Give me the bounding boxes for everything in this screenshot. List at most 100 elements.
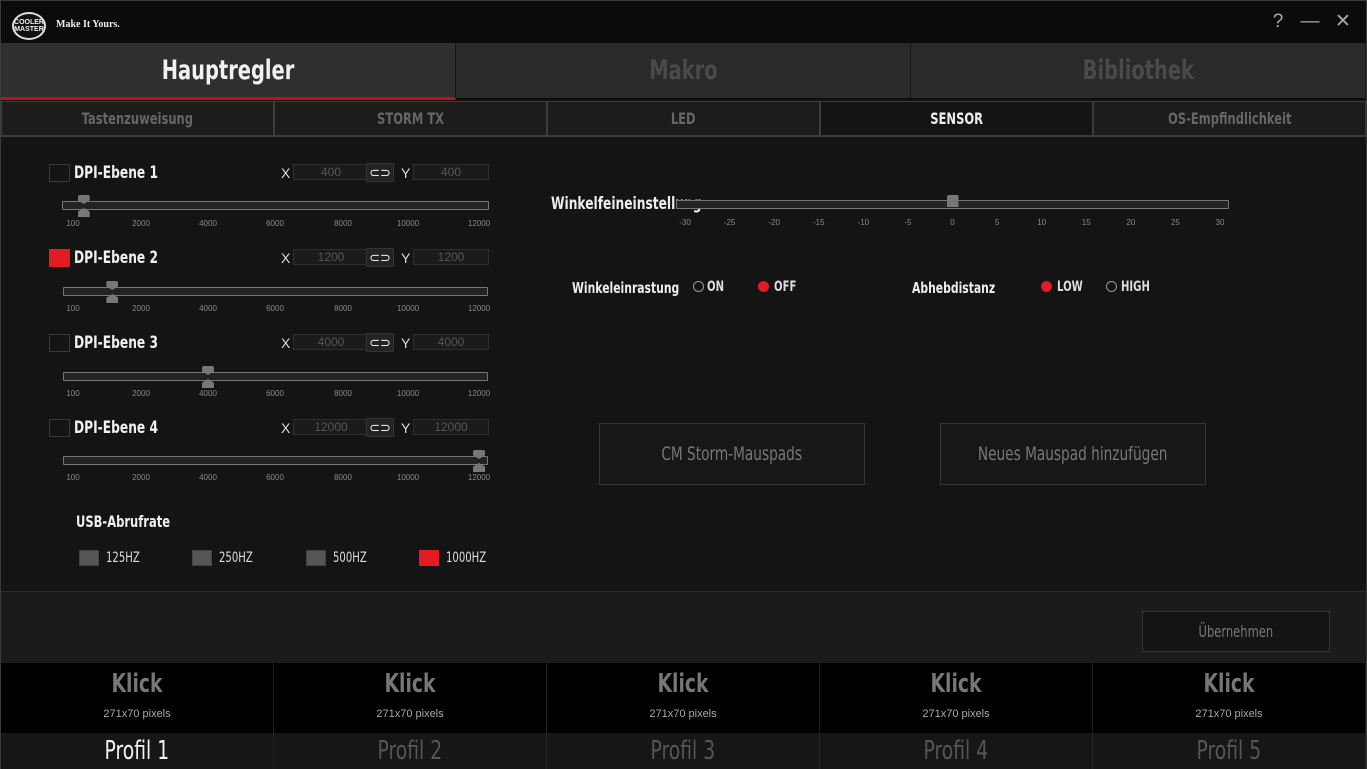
button-label: Übernehmen	[1198, 622, 1274, 641]
dpi-level-checkbox[interactable]	[49, 419, 70, 437]
dpi-tick-label: 10000	[396, 473, 420, 482]
dpi-ticks: 100 2000 4000 6000 8000 10000 12000	[1, 389, 501, 399]
dpi-x-input[interactable]: 12000	[293, 419, 369, 435]
cm-storm-mousepads-button[interactable]: CM Storm-Mauspads	[599, 423, 865, 485]
usb-checkbox[interactable]	[79, 550, 99, 566]
profile-name-box[interactable]: Profil 5	[1093, 733, 1365, 769]
snap-on-label: ON	[707, 279, 725, 295]
lift-high-radio[interactable]	[1106, 281, 1117, 292]
x-label: X	[281, 165, 291, 181]
y-label: Y	[401, 420, 411, 436]
profile-image-size: 271x70 pixels	[376, 708, 444, 720]
dpi-tick-label: 10000	[396, 304, 420, 313]
apply-button[interactable]: Übernehmen	[1142, 611, 1330, 652]
sub-tabs: Tastenzuweisung STORM TX LED SENSOR OS-E…	[1, 101, 1366, 137]
profile-image[interactable]: Klick 271x70 pixels	[1093, 663, 1365, 733]
dpi-x-input[interactable]: 4000	[293, 334, 369, 350]
profile-5[interactable]: Klick 271x70 pixels Profil 5	[1093, 663, 1366, 769]
dpi-tick-label: 100	[66, 473, 80, 482]
subtab-os-empfindlichkeit[interactable]: OS-Empfindlichkeit	[1093, 101, 1366, 137]
profile-4[interactable]: Klick 271x70 pixels Profil 4	[820, 663, 1093, 769]
tab-makro[interactable]: Makro	[456, 43, 911, 100]
x-label: X	[281, 420, 291, 436]
link-icon[interactable]: ⊂⊃	[366, 248, 394, 267]
profile-name-box[interactable]: Profil 3	[547, 733, 819, 769]
dpi-y-input[interactable]: 1200	[413, 249, 489, 265]
dpi-slider-track[interactable]	[63, 372, 488, 381]
dpi-level-checkbox[interactable]	[49, 334, 70, 352]
angle-tick-label: 10	[1037, 218, 1047, 227]
profile-1[interactable]: Klick 271x70 pixels Profil 1	[1, 663, 274, 769]
close-icon[interactable]: ✕	[1332, 11, 1354, 33]
angle-tick-label: 25	[1170, 218, 1180, 227]
dpi-slider-track[interactable]	[63, 456, 488, 465]
usb-option-label: 500HZ	[333, 550, 367, 566]
subtab-storm-tx[interactable]: STORM TX	[274, 101, 547, 137]
minimize-icon[interactable]: —	[1299, 11, 1321, 33]
dpi-x-input[interactable]: 400	[293, 164, 369, 180]
profile-name: Profil 3	[650, 736, 716, 766]
dpi-tick-label: 8000	[334, 389, 352, 398]
dpi-tick-label: 2000	[132, 389, 150, 398]
button-label: Neues Mauspad hinzufügen	[978, 443, 1168, 465]
dpi-level-checkbox[interactable]	[49, 164, 70, 182]
subtab-label: STORM TX	[376, 109, 445, 128]
dpi-slider-track[interactable]	[63, 287, 488, 296]
tagline: Make It Yours.	[56, 19, 120, 30]
usb-checkbox[interactable]	[419, 550, 439, 566]
profile-name-box[interactable]: Profil 4	[820, 733, 1092, 769]
dpi-slider-thumb[interactable]	[106, 281, 118, 303]
profile-name: Profil 4	[923, 736, 989, 766]
add-mousepad-button[interactable]: Neues Mauspad hinzufügen	[940, 423, 1206, 485]
snap-off-radio[interactable]	[758, 281, 769, 292]
dpi-y-input[interactable]: 12000	[413, 419, 489, 435]
profile-name: Profil 2	[377, 736, 443, 766]
subtab-label: OS-Empfindlichkeit	[1167, 109, 1292, 128]
profile-image-text: Klick	[657, 669, 709, 699]
profile-3[interactable]: Klick 271x70 pixels Profil 3	[547, 663, 820, 769]
cooler-master-logo: COOLER MASTER	[12, 12, 46, 40]
profile-2[interactable]: Klick 271x70 pixels Profil 2	[274, 663, 547, 769]
profile-name-box[interactable]: Profil 1	[1, 733, 273, 769]
main-tabs: Hauptregler Makro Bibliothek	[1, 43, 1366, 100]
dpi-slider-thumb[interactable]	[202, 366, 214, 388]
usb-checkbox[interactable]	[306, 550, 326, 566]
y-label: Y	[401, 165, 411, 181]
profile-image[interactable]: Klick 271x70 pixels	[547, 663, 819, 733]
help-icon[interactable]: ?	[1267, 11, 1289, 33]
angle-slider-thumb[interactable]	[947, 195, 959, 207]
profile-image-text: Klick	[1203, 669, 1255, 699]
usb-checkbox[interactable]	[192, 550, 212, 566]
profile-name-box[interactable]: Profil 2	[274, 733, 546, 769]
link-icon[interactable]: ⊂⊃	[366, 163, 394, 182]
dpi-slider-thumb[interactable]	[78, 195, 90, 217]
snap-on-radio[interactable]	[693, 281, 704, 292]
angle-tick-label: 5	[994, 218, 1000, 227]
dpi-level-checkbox[interactable]	[49, 249, 70, 267]
dpi-ticks: 100 2000 4000 6000 8000 10000 12000	[1, 473, 501, 483]
lift-low-radio[interactable]	[1041, 281, 1052, 292]
y-label: Y	[401, 335, 411, 351]
tab-bibliothek[interactable]: Bibliothek	[911, 43, 1366, 100]
dpi-tick-label: 10000	[396, 389, 420, 398]
profile-image[interactable]: Klick 271x70 pixels	[1, 663, 273, 733]
lift-distance-label: Abhebdistanz	[912, 279, 996, 297]
profile-name: Profil 1	[104, 736, 170, 766]
dpi-y-input[interactable]: 4000	[413, 334, 489, 350]
angle-tick-label: 15	[1081, 218, 1091, 227]
dpi-slider-thumb[interactable]	[473, 450, 485, 472]
profile-image[interactable]: Klick 271x70 pixels	[274, 663, 546, 733]
usb-option-label: 125HZ	[106, 550, 140, 566]
profile-image[interactable]: Klick 271x70 pixels	[820, 663, 1092, 733]
link-icon[interactable]: ⊂⊃	[366, 333, 394, 352]
subtab-led[interactable]: LED	[547, 101, 820, 137]
tab-label: Makro	[648, 55, 718, 86]
dpi-y-input[interactable]: 400	[413, 164, 489, 180]
link-icon[interactable]: ⊂⊃	[366, 418, 394, 437]
subtab-label: SENSOR	[930, 109, 983, 128]
tab-hauptregler[interactable]: Hauptregler	[1, 43, 456, 100]
subtab-tastenzuweisung[interactable]: Tastenzuweisung	[1, 101, 274, 137]
dpi-x-input[interactable]: 1200	[293, 249, 369, 265]
subtab-sensor[interactable]: SENSOR	[820, 101, 1093, 137]
dpi-slider-track[interactable]	[62, 201, 489, 210]
